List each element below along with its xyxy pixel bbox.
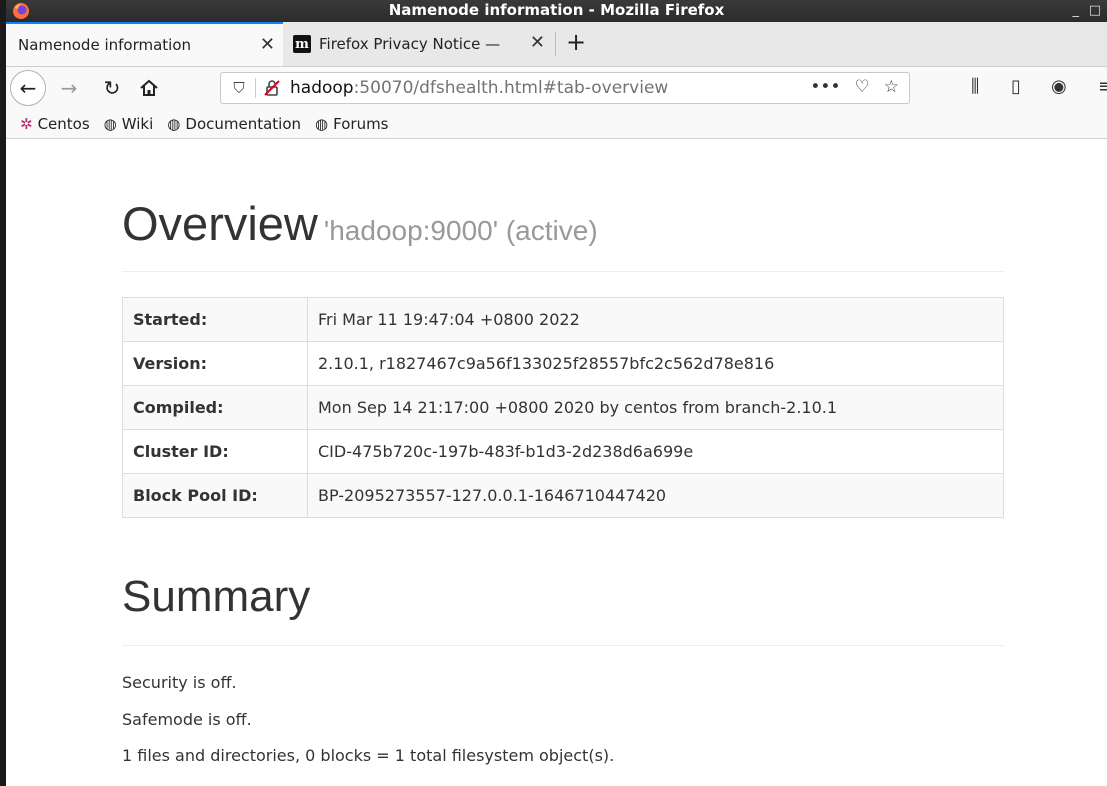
filesystem-objects-summary: 1 files and directories, 0 blocks = 1 to… bbox=[122, 746, 615, 765]
tab-label: Namenode information bbox=[18, 36, 192, 54]
row-value: BP-2095273557-127.0.0.1-1646710447420 bbox=[307, 473, 1004, 518]
row-value: CID-475b720c-197b-483f-b1d3-2d238d6a699e bbox=[307, 429, 1004, 474]
pocket-icon[interactable]: ♡ bbox=[855, 77, 870, 97]
reload-button[interactable]: ↻ bbox=[95, 71, 129, 105]
bookmark-wiki[interactable]: ◍ Wiki bbox=[104, 115, 154, 133]
table-row: Version: 2.10.1, r1827467c9a56f133025f28… bbox=[122, 341, 1004, 386]
tab-strip: Namenode information ✕ m Firefox Privacy… bbox=[6, 22, 1107, 67]
forward-button[interactable]: → bbox=[52, 71, 86, 105]
maximize-button[interactable]: □ bbox=[1089, 0, 1101, 21]
overview-title: Overview bbox=[122, 197, 318, 250]
globe-icon: ◍ bbox=[103, 114, 117, 133]
overview-divider bbox=[122, 271, 1004, 272]
table-row: Block Pool ID: BP-2095273557-127.0.0.1-1… bbox=[122, 473, 1004, 518]
table-row: Compiled: Mon Sep 14 21:17:00 +0800 2020… bbox=[122, 385, 1004, 430]
title-bar: Namenode information - Mozilla Firefox _… bbox=[6, 0, 1107, 22]
window-title: Namenode information - Mozilla Firefox bbox=[388, 1, 725, 19]
row-value: Fri Mar 11 19:47:04 +0800 2022 bbox=[307, 297, 1004, 342]
row-key: Compiled: bbox=[122, 385, 308, 430]
page-actions-button[interactable]: ••• bbox=[810, 77, 840, 97]
table-row: Started: Fri Mar 11 19:47:04 +0800 2022 bbox=[122, 297, 1004, 342]
centos-icon: ✲ bbox=[20, 114, 33, 133]
bookmark-documentation[interactable]: ◍ Documentation bbox=[167, 115, 301, 133]
arrow-left-icon: ← bbox=[19, 76, 37, 100]
summary-heading: Summary bbox=[122, 572, 311, 621]
account-icon[interactable]: ◉ bbox=[1051, 76, 1067, 97]
insecure-connection-icon[interactable] bbox=[262, 79, 282, 97]
minimize-button[interactable]: _ bbox=[1073, 0, 1080, 21]
firefox-logo-icon bbox=[13, 3, 29, 19]
tracking-protection-shield-icon[interactable]: ⛉ bbox=[229, 79, 249, 97]
bookmark-star-icon[interactable]: ☆ bbox=[884, 77, 899, 97]
tab-namenode-information[interactable]: Namenode information ✕ bbox=[6, 22, 283, 66]
arrow-right-icon: → bbox=[60, 76, 78, 100]
page-content: Overview'hadoop:9000' (active) Started: … bbox=[6, 149, 1107, 786]
row-key: Version: bbox=[122, 341, 308, 386]
bookmark-label: Wiki bbox=[121, 114, 154, 133]
row-value: 2.10.1, r1827467c9a56f133025f28557bfc2c5… bbox=[307, 341, 1004, 386]
tab-firefox-privacy-notice[interactable]: m Firefox Privacy Notice — ✕ bbox=[285, 22, 553, 66]
back-button[interactable]: ← bbox=[10, 70, 46, 106]
summary-divider bbox=[122, 645, 1004, 646]
overview-subtitle: 'hadoop:9000' (active) bbox=[323, 215, 598, 246]
sidebar-icon[interactable]: ▯ bbox=[1011, 76, 1021, 97]
new-tab-button[interactable]: + bbox=[566, 28, 586, 56]
globe-icon: ◍ bbox=[167, 114, 181, 133]
url-actions: ••• ♡ ☆ bbox=[810, 77, 899, 97]
tab-separator bbox=[555, 32, 556, 56]
navigation-toolbar: ← → ↻ ⛉ hadoop:50070/dfshealth.html#tab-… bbox=[6, 67, 1107, 109]
url-host: hadoop bbox=[290, 78, 354, 98]
url-separator bbox=[255, 78, 256, 98]
row-key: Cluster ID: bbox=[122, 429, 308, 474]
overview-heading: Overview'hadoop:9000' (active) bbox=[122, 196, 598, 251]
home-icon bbox=[140, 79, 158, 96]
safemode-status: Safemode is off. bbox=[122, 710, 252, 729]
row-value: Mon Sep 14 21:17:00 +0800 2020 by centos… bbox=[307, 385, 1004, 430]
table-row: Cluster ID: CID-475b720c-197b-483f-b1d3-… bbox=[122, 429, 1004, 474]
menu-icon[interactable]: ≡ bbox=[1098, 76, 1107, 97]
bookmark-label: Documentation bbox=[185, 114, 302, 133]
bookmark-forums[interactable]: ◍ Forums bbox=[315, 115, 388, 133]
security-status: Security is off. bbox=[122, 673, 237, 692]
url-text[interactable]: hadoop:50070/dfshealth.html#tab-overview bbox=[290, 78, 668, 98]
row-key: Started: bbox=[122, 297, 308, 342]
tab-label: Firefox Privacy Notice — bbox=[319, 35, 501, 53]
row-key: Block Pool ID: bbox=[122, 473, 308, 518]
bookmark-label: Forums bbox=[333, 114, 389, 133]
bookmark-centos[interactable]: ✲ Centos bbox=[20, 115, 90, 133]
home-button[interactable] bbox=[132, 71, 166, 105]
url-path: :50070/dfshealth.html#tab-overview bbox=[353, 78, 669, 98]
firefox-window: Namenode information - Mozilla Firefox _… bbox=[6, 0, 1107, 786]
bookmarks-toolbar: ✲ Centos ◍ Wiki ◍ Documentation ◍ Forums bbox=[6, 109, 1107, 139]
reload-icon: ↻ bbox=[103, 76, 121, 100]
bookmark-label: Centos bbox=[37, 114, 90, 133]
close-tab-icon[interactable]: ✕ bbox=[260, 34, 275, 55]
library-icon[interactable]: ⫼ bbox=[971, 76, 979, 97]
close-tab-icon[interactable]: ✕ bbox=[530, 32, 545, 53]
overview-table: Started: Fri Mar 11 19:47:04 +0800 2022 … bbox=[122, 297, 1004, 518]
mozilla-favicon-icon: m bbox=[293, 35, 311, 53]
url-bar[interactable]: ⛉ hadoop:50070/dfshealth.html#tab-overvi… bbox=[220, 72, 910, 104]
globe-icon: ◍ bbox=[315, 114, 329, 133]
